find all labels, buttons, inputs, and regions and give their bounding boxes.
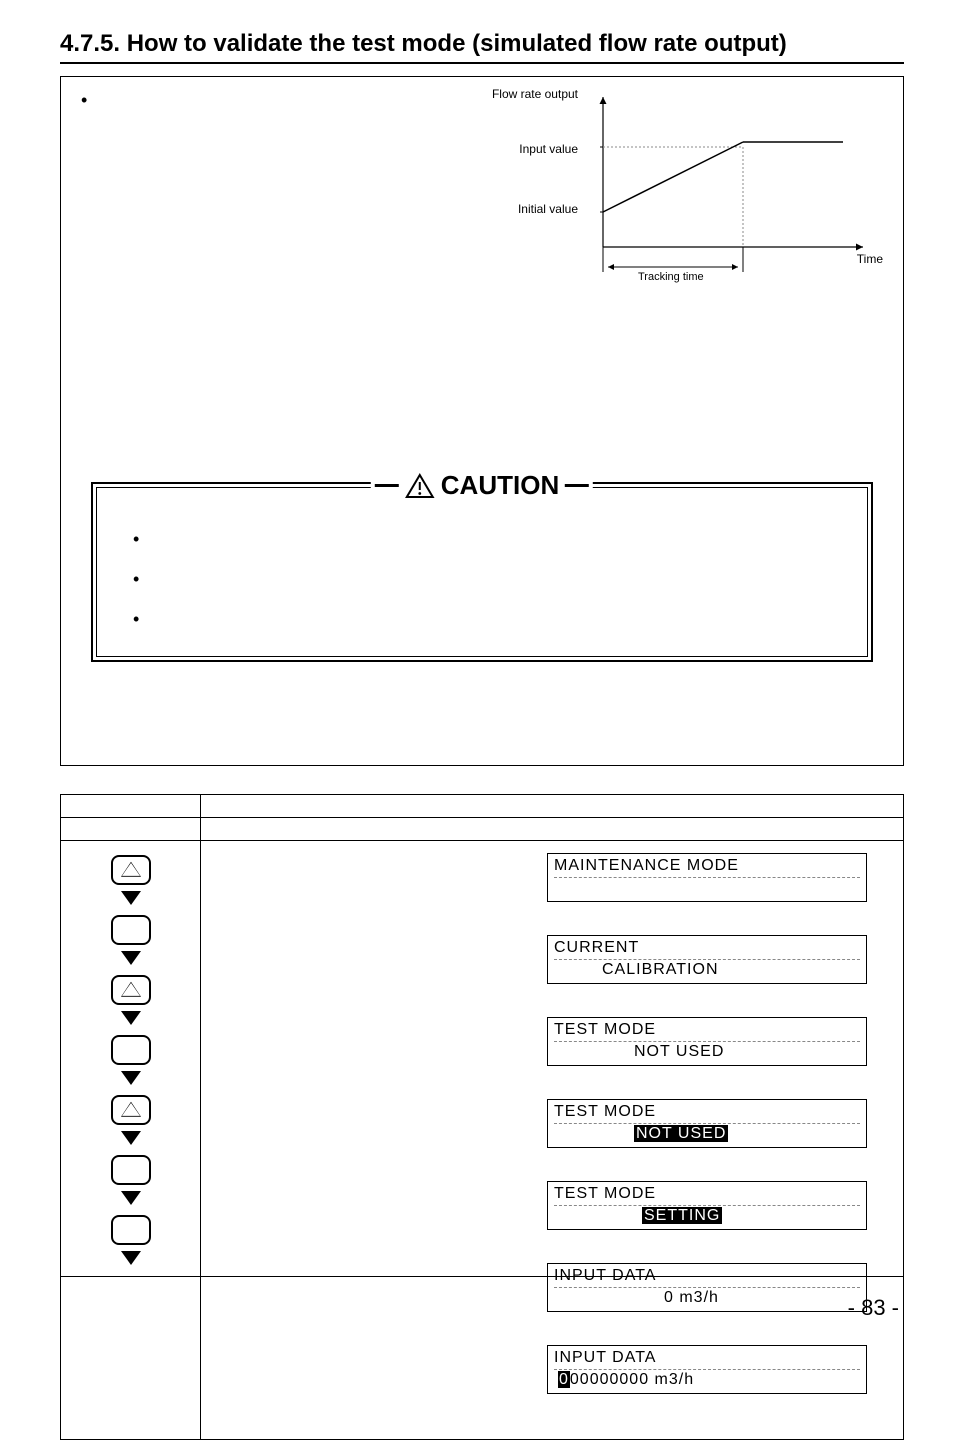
lcd-line2: NOT USED	[554, 1042, 860, 1062]
key-up-icon	[111, 855, 151, 885]
lcd-display: TEST MODE SETTING	[547, 1181, 867, 1230]
key-column	[61, 841, 201, 1439]
key-blank-icon	[111, 1215, 151, 1245]
lcd-line2: CALIBRATION	[554, 960, 860, 980]
lcd-display: INPUT DATA 0 m3/h	[547, 1263, 867, 1312]
next-arrow-icon	[121, 1251, 141, 1265]
bullet: •	[133, 530, 867, 548]
page-number: - 83 -	[848, 1295, 899, 1321]
lcd-line1: INPUT DATA	[554, 1266, 860, 1288]
lcd-inverse-text: SETTING	[642, 1207, 722, 1224]
lcd-line1: TEST MODE	[554, 1184, 860, 1206]
lcd-line2: NOT USED	[554, 1124, 860, 1144]
lcd-line1: MAINTENANCE MODE	[554, 856, 860, 878]
caution-label: CAUTION	[441, 470, 559, 501]
lcd-display: INPUT DATA 000000000 m3/h	[547, 1345, 867, 1394]
next-arrow-icon	[121, 1071, 141, 1085]
footer-rule	[60, 1276, 904, 1277]
y-tick-initial: Initial value	[508, 202, 578, 216]
lcd-line1: CURRENT	[554, 938, 860, 960]
lcd-display: CURRENT CALIBRATION	[547, 935, 867, 984]
warning-icon	[405, 473, 435, 499]
next-arrow-icon	[121, 1131, 141, 1145]
caution-bullets: • • •	[127, 530, 867, 628]
caution-box: CAUTION • • •	[91, 482, 873, 662]
next-arrow-icon	[121, 891, 141, 905]
key-up-icon	[111, 1095, 151, 1125]
lcd-line2: 000000000 m3/h	[554, 1370, 860, 1390]
tracking-time-label: Tracking time	[638, 271, 704, 283]
chart-svg: Tracking time	[583, 92, 873, 292]
key-up-icon	[111, 975, 151, 1005]
bullet: •	[133, 570, 867, 588]
lcd-cursor-char: 0	[558, 1371, 570, 1388]
flow-rate-chart: Flow rate output Input value Initial val…	[483, 87, 883, 307]
caution-header: CAUTION	[371, 470, 593, 501]
lcd-rest: 00000000 m3/h	[570, 1371, 694, 1388]
next-arrow-icon	[121, 1011, 141, 1025]
lcd-line2	[554, 878, 860, 898]
key-blank-icon	[111, 1155, 151, 1185]
table-header-key	[61, 795, 201, 817]
bullet: •	[133, 610, 867, 628]
x-axis-label: Time	[857, 252, 883, 266]
lcd-line1: TEST MODE	[554, 1102, 860, 1124]
section-title: 4.7.5. How to validate the test mode (si…	[60, 30, 904, 64]
lcd-line2: 0 m3/h	[554, 1288, 860, 1308]
next-arrow-icon	[121, 1191, 141, 1205]
lcd-line1: INPUT DATA	[554, 1348, 860, 1370]
key-blank-icon	[111, 915, 151, 945]
table-header-desc	[201, 795, 903, 817]
next-arrow-icon	[121, 951, 141, 965]
lcd-inverse-text: NOT USED	[634, 1125, 728, 1142]
key-blank-icon	[111, 1035, 151, 1065]
y-tick-input: Input value	[508, 142, 578, 156]
lcd-line2: SETTING	[554, 1206, 860, 1226]
lcd-display: TEST MODE NOT USED	[547, 1017, 867, 1066]
lcd-display: MAINTENANCE MODE	[547, 853, 867, 902]
lcd-display: TEST MODE NOT USED	[547, 1099, 867, 1148]
lcd-line1: TEST MODE	[554, 1020, 860, 1042]
description-box: • Flow rate output Input value Initial v…	[60, 76, 904, 766]
display-column: MAINTENANCE MODE CURRENT CALIBRATION TES…	[201, 841, 903, 1439]
procedure-table: MAINTENANCE MODE CURRENT CALIBRATION TES…	[60, 794, 904, 1440]
chart-y-label: Flow rate output	[492, 87, 578, 101]
